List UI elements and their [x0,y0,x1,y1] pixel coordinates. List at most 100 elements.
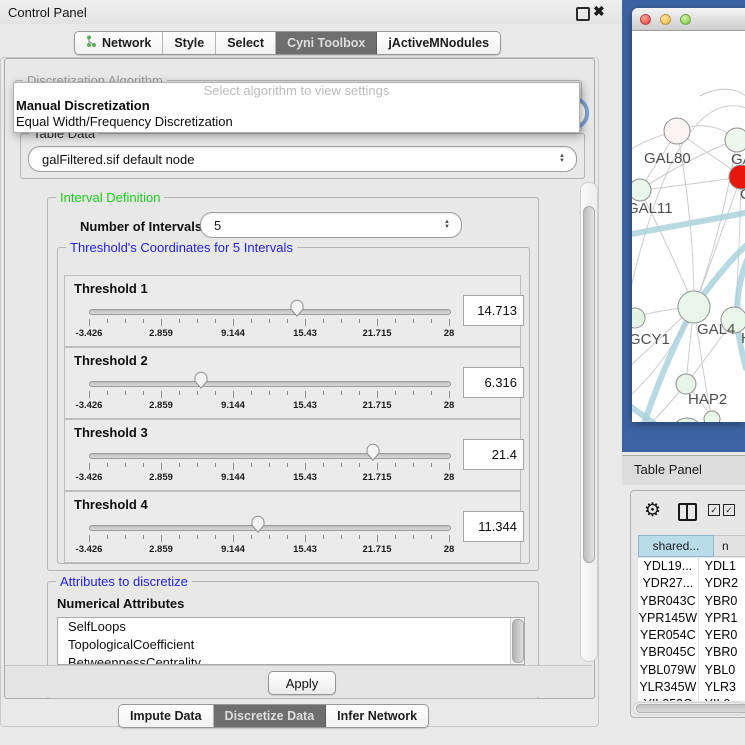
column-header-name[interactable]: n [714,535,745,557]
tick-mark [179,463,180,467]
number-of-intervals-combo[interactable]: 5 ▲▼ [200,212,462,238]
top-tab-bar: NetworkStyleSelectCyni Toolbox jActiveMNo… [74,31,501,55]
checkbox-icon[interactable]: ✓ [708,504,720,516]
close-traffic-light-icon[interactable] [640,14,651,25]
main-scrollbar[interactable] [580,182,598,662]
slider-scale: -3.4262.8599.14415.4321.71528 [89,276,449,346]
table-row[interactable]: YIL052CYIL0 [638,696,745,701]
gcy1-node[interactable] [632,308,645,328]
slider-scale: -3.4262.8599.14415.4321.71528 [89,348,449,418]
attribute-item[interactable]: SelfLoops [58,618,524,636]
attribute-item[interactable]: TopologicalCoefficient [58,636,524,654]
table-row[interactable]: YLR345WYLR3 [638,679,745,696]
table-data-combo[interactable]: galFiltered.sif default node ▲▼ [28,146,577,172]
tick-mark [215,391,216,395]
slider-thumb[interactable] [193,370,209,390]
tab-impute-data[interactable]: Impute Data [119,705,214,727]
slider-thumb[interactable] [289,298,305,318]
tick-label: 28 [444,400,455,411]
column-header-shared[interactable]: shared... [638,535,714,557]
tab-cyni-toolbox[interactable]: Cyni Toolbox [276,32,377,54]
tick-mark [125,535,126,539]
threshold-box: Threshold 3-3.4262.8599.14415.4321.71528… [64,419,521,491]
tab-label: jActiveMNodules [388,36,489,50]
tick-mark [251,463,252,467]
tick-mark [89,319,90,326]
threshold-value-field[interactable]: 14.713 [463,295,524,326]
tick-mark [179,319,180,323]
tick-label: 9.144 [221,544,245,555]
close-icon[interactable]: ✖ [593,3,605,20]
tick-mark [431,319,432,323]
popup-option[interactable]: Manual Discretization [14,98,579,114]
checkbox-icon[interactable]: ✓ [723,504,735,516]
tick-mark [143,535,144,539]
popup-option[interactable]: Equal Width/Frequency Discretization [14,114,579,130]
tick-label: 21.715 [362,328,391,339]
columns-icon[interactable] [678,503,697,521]
table-row[interactable]: YBR045CYBR0 [638,644,745,661]
attributes-scrollbar[interactable] [510,618,524,664]
tab-network[interactable]: Network [75,32,163,54]
cell-name: YBR0 [699,593,745,610]
table-row[interactable]: YBL079WYBL0 [638,662,745,679]
numerical-attributes-list[interactable]: SelfLoopsTopologicalCoefficientBetweenne… [57,617,525,665]
attributes-legend: Attributes to discretize [56,574,192,589]
table-row[interactable]: YBR043CYBR0 [638,593,745,610]
table-row[interactable]: YDR27...YDR2 [638,575,745,592]
gal11-node[interactable] [632,179,651,201]
threshold-value-field[interactable]: 11.344 [463,511,524,542]
zoom-traffic-light-icon[interactable] [680,14,691,25]
number-of-intervals-label: Number of Intervals [80,219,202,234]
cell-name: YDL1 [699,558,745,575]
main-scrollbar-thumb[interactable] [583,206,595,563]
table-row[interactable]: YPR145WYPR1 [638,610,745,627]
attribute-item[interactable]: BetweennessCentrality [58,654,524,665]
tab-style[interactable]: Style [163,32,216,54]
top-right-node[interactable] [725,128,745,152]
table-row[interactable]: YER054CYER0 [638,627,745,644]
tick-mark [233,391,234,398]
tab-infer-network[interactable]: Infer Network [326,705,428,727]
tick-mark [107,535,108,539]
threshold-value-field[interactable]: 6.316 [463,367,524,398]
tick-mark [377,391,378,398]
network-edge [640,177,741,190]
float-window-icon[interactable] [576,7,590,21]
node-label: GAL11 [632,200,673,217]
tick-label: 28 [444,328,455,339]
slider-thumb[interactable] [365,442,381,462]
slider-thumb[interactable] [250,514,266,534]
tick-label: 21.715 [362,544,391,555]
gal80-node[interactable] [664,118,690,144]
node-label: HAP2 [688,391,727,408]
tick-label: 21.715 [362,472,391,483]
gear-icon[interactable]: ⚙ [644,499,661,522]
node-label: GCY1 [632,331,670,348]
threshold-value-field[interactable]: 21.4 [463,439,524,470]
tick-mark [323,319,324,323]
cell-shared-name: YBR043C [638,593,699,610]
tick-mark [197,319,198,323]
tab-select[interactable]: Select [216,32,276,54]
table-hscrollbar[interactable] [633,702,745,715]
network-graph[interactable]: GAL80GACGAL11GAL4GCY1HHAP2 [632,30,745,422]
tab-label: Infer Network [337,709,417,723]
tick-mark [431,535,432,539]
small-bottom-node[interactable] [704,411,720,422]
table-hscrollbar-thumb[interactable] [636,704,745,713]
big-bottom-node[interactable] [671,418,703,422]
tick-mark [395,319,396,323]
tick-mark [305,463,306,470]
gal4-node[interactable] [678,291,710,323]
tick-label: -3.426 [76,472,103,483]
tick-mark [395,463,396,467]
tick-mark [251,319,252,323]
tab-jactivemnodules[interactable]: jActiveMNodules [377,32,500,54]
apply-button[interactable]: Apply [268,671,336,695]
table-row[interactable]: YDL19...YDL1 [638,558,745,575]
tab-discretize-data[interactable]: Discretize Data [214,705,327,727]
attributes-scrollbar-thumb[interactable] [512,619,524,663]
minimize-traffic-light-icon[interactable] [660,14,671,25]
tick-mark [269,535,270,539]
